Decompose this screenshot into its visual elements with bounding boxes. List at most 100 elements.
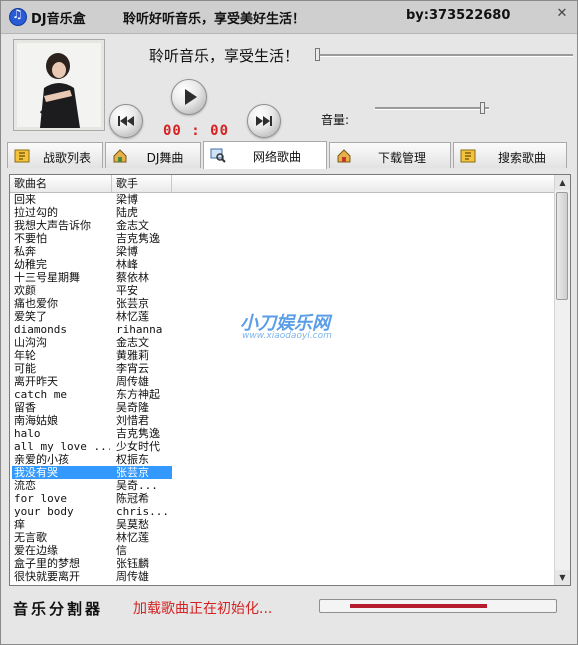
list-header: 歌曲名 歌手 bbox=[10, 175, 556, 193]
artist-cell: 陈冠希 bbox=[116, 492, 149, 505]
table-row[interactable]: halo 吉克隽逸 bbox=[10, 427, 556, 440]
song-title-cell: 无言歌 bbox=[14, 531, 47, 544]
column-header-song[interactable]: 歌曲名 bbox=[10, 175, 112, 192]
scroll-up-arrow-icon[interactable]: ▲ bbox=[555, 175, 570, 190]
title-bar[interactable]: DJ音乐盒 聆听好听音乐，享受美好生活！ by:373522680 ✕ bbox=[1, 1, 577, 34]
artist-cell: chris... bbox=[116, 505, 169, 518]
table-row[interactable]: 我没有哭 张芸京 bbox=[10, 466, 556, 479]
song-list-icon bbox=[14, 149, 30, 163]
song-title-cell: 回来 bbox=[14, 193, 36, 206]
song-title-cell: all my love ... bbox=[14, 440, 110, 453]
network-search-icon bbox=[210, 148, 226, 163]
table-row[interactable]: 私奔 梁博 bbox=[10, 245, 556, 258]
song-title-cell: 亲爱的小孩 bbox=[14, 453, 69, 466]
artist-cell: rihanna bbox=[116, 323, 163, 336]
table-row[interactable]: 离开昨天 周传雄 bbox=[10, 375, 556, 388]
artist-cell: 黄雅莉 bbox=[116, 349, 149, 362]
song-title-cell: 流恋 bbox=[14, 479, 36, 492]
tab-label: 战歌列表 bbox=[42, 151, 91, 165]
volume-slider-thumb[interactable] bbox=[480, 102, 485, 114]
tab-network-songs[interactable]: 网络歌曲 bbox=[203, 141, 327, 169]
table-row[interactable]: 不要怕 吉克隽逸 bbox=[10, 232, 556, 245]
song-title-cell: 十三号星期舞 bbox=[14, 271, 80, 284]
tab-bar: 战歌列表 DJ舞曲 网络歌曲 下载管理 搜索歌曲 bbox=[7, 141, 573, 170]
search-list-icon bbox=[460, 149, 476, 163]
app-logo-icon bbox=[9, 7, 27, 26]
scrollbar-thumb[interactable] bbox=[556, 192, 568, 300]
volume-label: 音量: bbox=[321, 113, 350, 127]
artist-cell: 金志文 bbox=[116, 336, 149, 349]
volume-track[interactable] bbox=[375, 107, 489, 110]
song-title-cell: 不要怕 bbox=[14, 232, 47, 245]
next-button[interactable] bbox=[247, 104, 281, 138]
previous-button[interactable] bbox=[109, 104, 143, 138]
table-row[interactable]: 盒子里的梦想 张钰麟 bbox=[10, 557, 556, 570]
table-row[interactable]: 十三号星期舞 蔡依林 bbox=[10, 271, 556, 284]
artist-cell: 陆虎 bbox=[116, 206, 138, 219]
song-title-cell: 盒子里的梦想 bbox=[14, 557, 80, 570]
song-list[interactable]: 歌曲名 歌手 回来 梁博 拉过勾的 陆虎 我想大声告诉你 金志文 不要怕 吉克隽逸 私奔 梁博 幼稚… bbox=[9, 174, 571, 586]
song-title-cell: 私奔 bbox=[14, 245, 36, 258]
artist-cell: 梁博 bbox=[116, 193, 138, 206]
table-row[interactable]: 南海姑娘 刘惜君 bbox=[10, 414, 556, 427]
progress-track[interactable] bbox=[317, 54, 573, 57]
artist-cell: 林峰 bbox=[116, 258, 138, 271]
artist-cell: 吴奇隆 bbox=[116, 401, 149, 414]
artist-cell: 权振东 bbox=[116, 453, 149, 466]
table-row[interactable]: 爱在边缘 信 bbox=[10, 544, 556, 557]
artist-cell: 吉克隽逸 bbox=[116, 232, 160, 245]
table-row[interactable]: 幼稚完 林峰 bbox=[10, 258, 556, 271]
vertical-scrollbar[interactable]: ▲ ▼ bbox=[554, 175, 570, 585]
table-row[interactable]: all my love ... 少女时代 bbox=[10, 440, 556, 453]
table-row[interactable]: 回来 梁博 bbox=[10, 193, 556, 206]
table-row[interactable]: 痒 吴莫愁 bbox=[10, 518, 556, 531]
table-row[interactable]: your body chris... bbox=[10, 505, 556, 518]
song-title-cell: 欢颜 bbox=[14, 284, 36, 297]
table-row[interactable]: 欢颜 平安 bbox=[10, 284, 556, 297]
artist-cell: 梁博 bbox=[116, 245, 138, 258]
play-button[interactable] bbox=[171, 79, 207, 115]
lyric-display: 聆听音乐，享受生活！ bbox=[149, 47, 300, 65]
play-icon bbox=[185, 89, 197, 105]
tab-dj-music[interactable]: DJ舞曲 bbox=[105, 142, 201, 168]
artist-cell: 林忆莲 bbox=[116, 310, 149, 323]
table-row[interactable]: 我想大声告诉你 金志文 bbox=[10, 219, 556, 232]
table-row[interactable]: 无言歌 林忆莲 bbox=[10, 531, 556, 544]
table-row[interactable]: for love 陈冠希 bbox=[10, 492, 556, 505]
tab-battle-list[interactable]: 战歌列表 bbox=[7, 142, 103, 168]
watermark-url: www.xiaodaoyl.com bbox=[242, 331, 332, 341]
tab-search-songs[interactable]: 搜索歌曲 bbox=[453, 142, 567, 168]
artist-cell: 林忆莲 bbox=[116, 531, 149, 544]
artist-cell: 蔡依林 bbox=[116, 271, 149, 284]
table-row[interactable]: 拉过勾的 陆虎 bbox=[10, 206, 556, 219]
song-title-cell: for love bbox=[14, 492, 67, 505]
loading-progress-fill bbox=[350, 604, 487, 608]
list-rows: 回来 梁博 拉过勾的 陆虎 我想大声告诉你 金志文 不要怕 吉克隽逸 私奔 梁博 幼稚完 林峰 十三号星… bbox=[10, 193, 556, 583]
song-title-cell: 我没有哭 bbox=[14, 466, 58, 479]
artist-cell: 张芸京 bbox=[116, 466, 149, 479]
artist-cell: 平安 bbox=[116, 284, 138, 297]
artist-cell: 刘惜君 bbox=[116, 414, 149, 427]
artist-cell: 周传雄 bbox=[116, 375, 149, 388]
artist-cell: 少女时代 bbox=[116, 440, 160, 453]
song-title-cell: 痛也爱你 bbox=[14, 297, 58, 310]
table-row[interactable]: 可能 李宵云 bbox=[10, 362, 556, 375]
song-title-cell: 山沟沟 bbox=[14, 336, 47, 349]
tab-label: 网络歌曲 bbox=[252, 150, 301, 164]
column-header-artist[interactable]: 歌手 bbox=[112, 175, 172, 192]
artist-cell: 李宵云 bbox=[116, 362, 149, 375]
song-title-cell: 痒 bbox=[14, 518, 25, 531]
table-row[interactable]: 很快就要离开 周传雄 bbox=[10, 570, 556, 583]
table-row[interactable]: 年轮 黄雅莉 bbox=[10, 349, 556, 362]
table-row[interactable]: 亲爱的小孩 权振东 bbox=[10, 453, 556, 466]
table-row[interactable]: catch me 东方神起 bbox=[10, 388, 556, 401]
tab-download-manager[interactable]: 下载管理 bbox=[329, 142, 451, 168]
table-row[interactable]: 留香 吴奇隆 bbox=[10, 401, 556, 414]
song-title-cell: 留香 bbox=[14, 401, 36, 414]
download-house-icon bbox=[337, 149, 351, 163]
close-button[interactable]: ✕ bbox=[553, 5, 571, 23]
table-row[interactable]: 流恋 吴奇... bbox=[10, 479, 556, 492]
author-label: by:373522680 bbox=[406, 8, 511, 23]
progress-slider-thumb[interactable] bbox=[315, 48, 320, 61]
scroll-down-arrow-icon[interactable]: ▼ bbox=[555, 570, 570, 585]
